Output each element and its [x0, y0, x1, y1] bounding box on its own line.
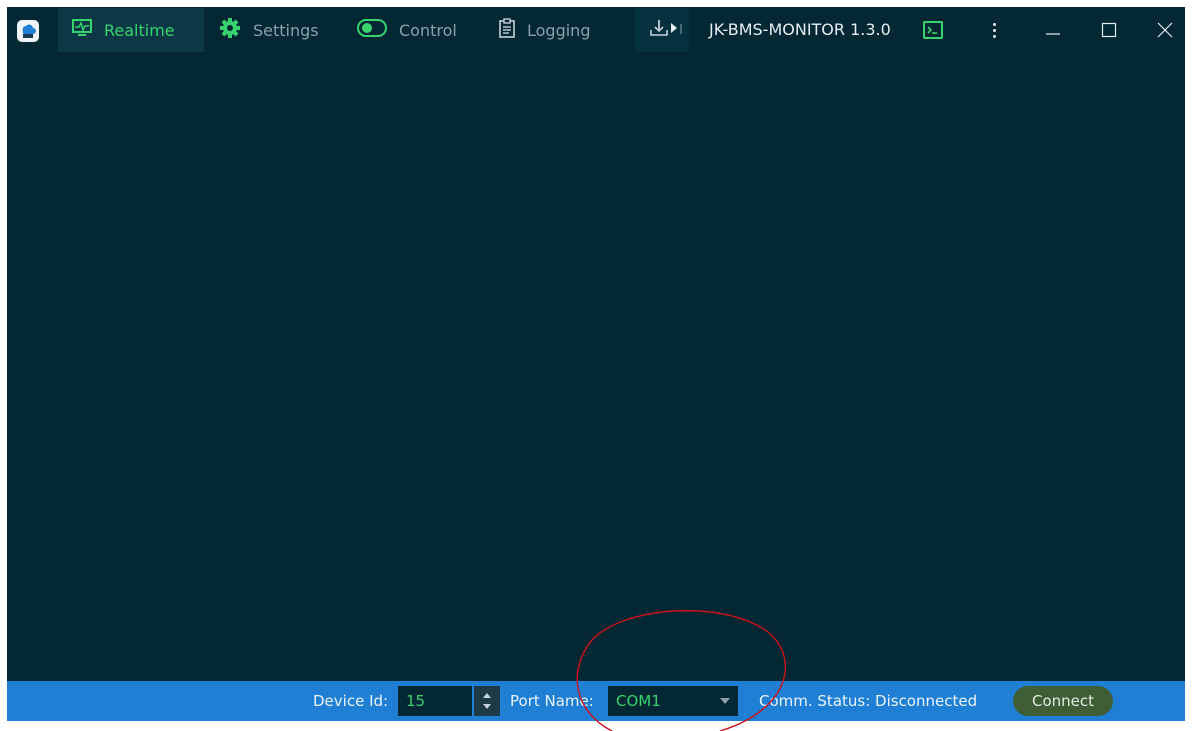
app-logo-icon	[17, 20, 39, 42]
close-icon	[1157, 22, 1173, 38]
status-bar: Device Id: 15 Port Name: COM1 Comm. Stat…	[7, 681, 1185, 721]
device-id-input[interactable]: 15	[398, 686, 472, 716]
tab-settings-label: Settings	[253, 20, 319, 40]
realtime-content-area	[7, 53, 1185, 681]
tab-realtime-label: Realtime	[104, 20, 175, 40]
maximize-icon	[1101, 22, 1117, 38]
tab-settings[interactable]: Settings	[219, 8, 351, 52]
monitor-pulse-icon	[72, 19, 92, 41]
tab-logging-label: Logging	[527, 20, 591, 40]
close-button[interactable]	[1143, 7, 1185, 53]
tab-control[interactable]: Control	[357, 8, 475, 52]
port-name-select[interactable]: COM1	[608, 686, 738, 716]
download-icon	[649, 18, 685, 42]
tab-logging[interactable]: Logging	[499, 8, 619, 52]
device-id-label: Device Id:	[313, 692, 389, 710]
terminal-icon[interactable]	[923, 21, 943, 39]
comm-status-text: Comm. Status: Disconnected	[759, 692, 978, 710]
app-title: JK-BMS-MONITOR 1.3.0	[709, 20, 891, 39]
connect-button[interactable]: Connect	[1013, 686, 1113, 716]
stepper-up-icon[interactable]	[483, 693, 491, 698]
gear-icon	[219, 17, 241, 43]
maximize-button[interactable]	[1087, 7, 1131, 53]
tab-overflow-download[interactable]	[635, 8, 689, 52]
clipboard-icon	[499, 18, 515, 42]
tab-control-label: Control	[399, 20, 457, 40]
chevron-down-icon	[720, 698, 730, 704]
app-window: Realtime Settings Control Logging JK-BMS…	[7, 7, 1185, 721]
title-bar: Realtime Settings Control Logging JK-BMS…	[7, 7, 1185, 53]
port-name-label: Port Name:	[510, 692, 594, 710]
minimize-icon	[1046, 33, 1060, 35]
minimize-button[interactable]	[1031, 7, 1075, 53]
port-name-value: COM1	[616, 692, 661, 710]
toggle-icon	[357, 19, 387, 41]
stepper-down-icon[interactable]	[483, 704, 491, 709]
device-id-stepper[interactable]	[474, 686, 500, 716]
more-options-icon[interactable]	[987, 18, 1001, 42]
tab-realtime[interactable]: Realtime	[58, 8, 204, 52]
